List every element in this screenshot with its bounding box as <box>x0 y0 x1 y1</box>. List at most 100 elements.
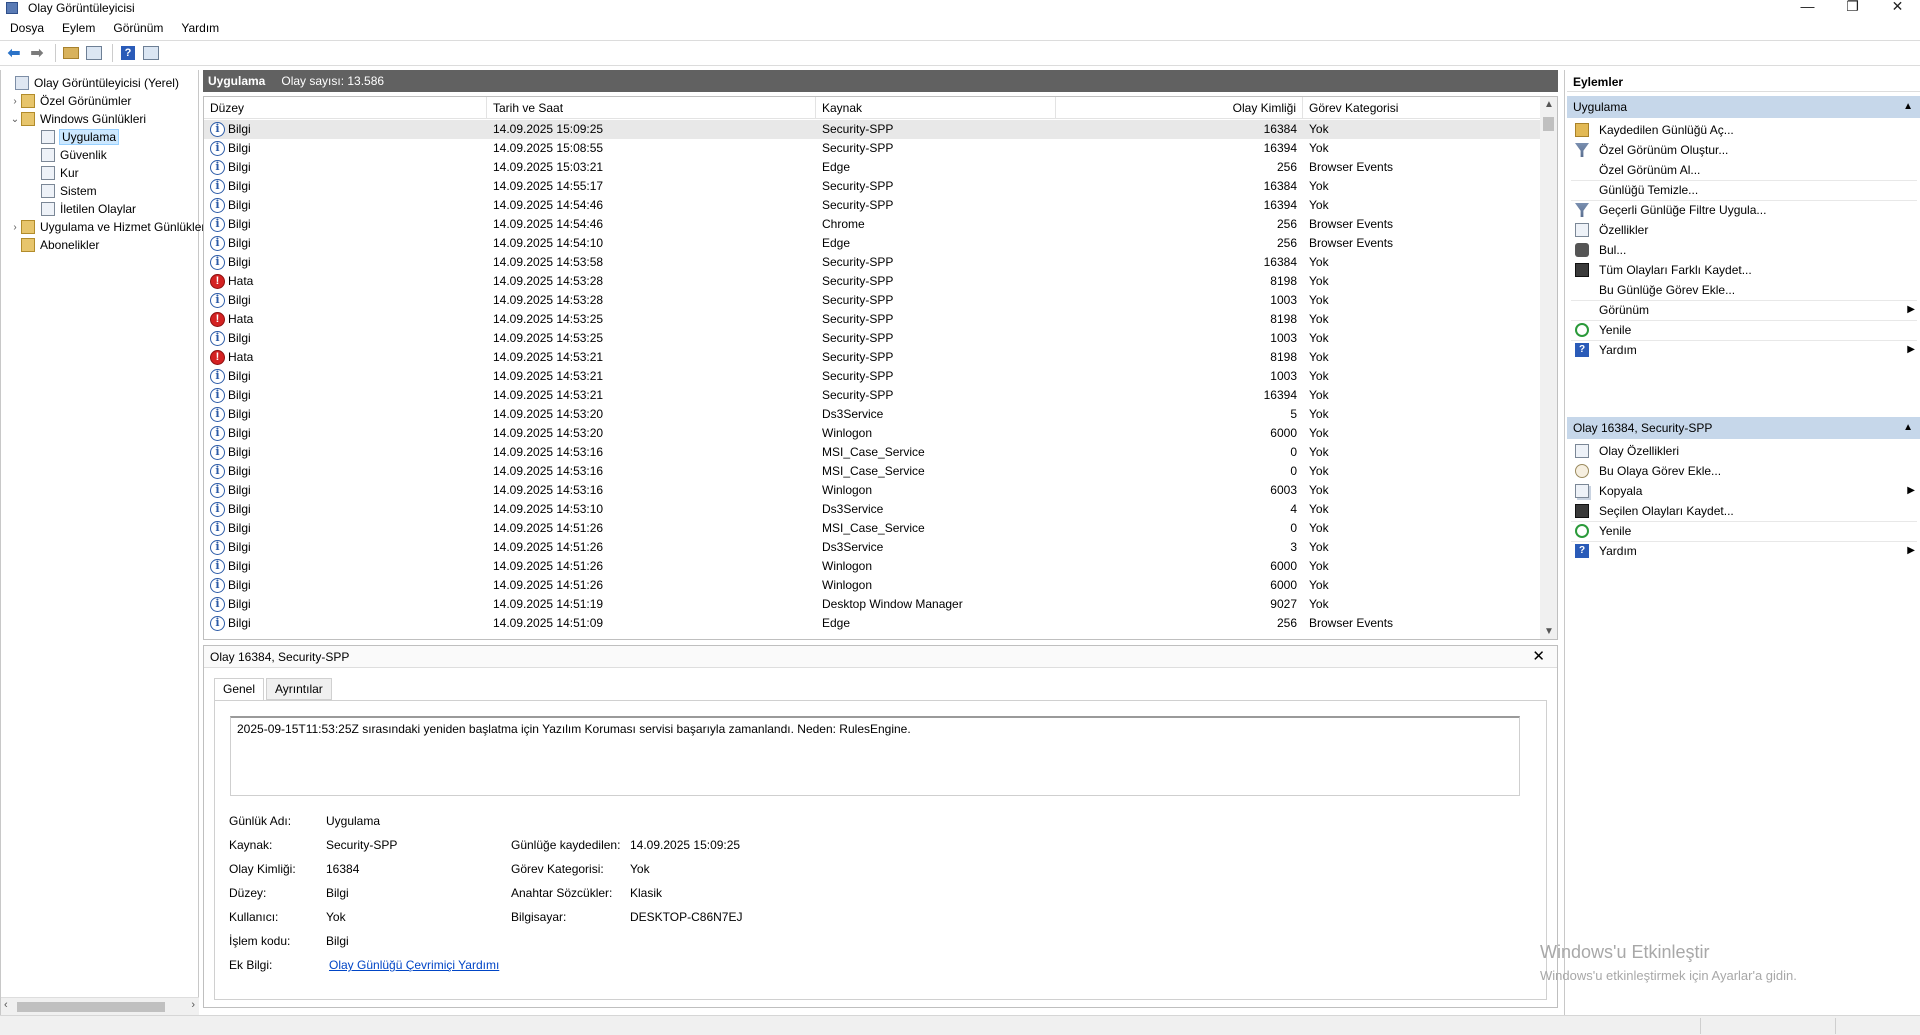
action-item[interactable]: Bu Günlüğe Görev Ekle... <box>1567 280 1920 300</box>
action-item[interactable]: Özel Görünüm Oluştur... <box>1567 140 1920 160</box>
tree-horizontal-scrollbar[interactable]: ‹ › <box>1 997 199 1015</box>
column-header-task-category[interactable]: Görev Kategorisi <box>1303 97 1541 119</box>
table-row[interactable]: i Bilgi 14.09.2025 14:53:16 MSI_Case_Servic… <box>204 462 1541 481</box>
table-row[interactable]: i Bilgi 14.09.2025 14:55:17 Security-SPP 163… <box>204 177 1541 196</box>
up-folder-button[interactable] <box>61 43 81 63</box>
menu-help[interactable]: Yardım <box>172 21 228 35</box>
scrollbar-thumb[interactable] <box>1543 117 1554 131</box>
action-item[interactable]: Geçerli Günlüğe Filtre Uygula... <box>1567 200 1920 220</box>
table-row[interactable]: i Bilgi 14.09.2025 14:53:21 Security-SPP 100… <box>204 367 1541 386</box>
properties-icon <box>1575 444 1589 458</box>
tree-item-subscriptions[interactable]: Abonelikler <box>9 236 99 254</box>
table-row[interactable]: i Bilgi 14.09.2025 14:54:10 Edge 256 Browser … <box>204 234 1541 253</box>
scrollbar-thumb[interactable] <box>17 1002 165 1012</box>
action-item[interactable]: Bu Olaya Görev Ekle... <box>1567 461 1920 481</box>
tree-item-security[interactable]: Güvenlik <box>29 146 107 164</box>
close-detail-icon[interactable]: ✕ <box>1532 647 1545 665</box>
action-item[interactable]: Günlüğü Temizle... <box>1567 180 1920 200</box>
chevron-right-icon[interactable]: › <box>9 222 21 233</box>
table-row[interactable]: i Bilgi 14.09.2025 14:51:26 Ds3Service 3 Yok <box>204 538 1541 557</box>
minimize-button[interactable]: — <box>1785 0 1830 16</box>
menu-file[interactable]: Dosya <box>0 21 53 35</box>
table-row[interactable]: i Bilgi 14.09.2025 14:53:16 Winlogon 6003 Yok <box>204 481 1541 500</box>
action-item[interactable]: ? Yardım ▶ <box>1567 541 1920 561</box>
tree-item-app-service-logs[interactable]: › Uygulama ve Hizmet Günlükleri <box>9 218 208 236</box>
online-help-link[interactable]: Olay Günlüğü Çevrimiçi Yardımı <box>329 958 499 972</box>
help-button[interactable]: ? <box>118 43 138 63</box>
event-message-box[interactable]: 2025-09-15T11:53:25Z sırasındaki yeniden… <box>230 716 1520 796</box>
maximize-button[interactable]: ❐ <box>1830 0 1875 16</box>
table-row[interactable]: i Bilgi 14.09.2025 14:53:25 Security-SPP 100… <box>204 329 1541 348</box>
tab-general[interactable]: Genel <box>214 678 265 701</box>
table-row[interactable]: i Bilgi 14.09.2025 14:53:20 Ds3Service 5 Yok <box>204 405 1541 424</box>
scroll-down-icon[interactable]: ▼ <box>1544 626 1554 637</box>
tree-item-root[interactable]: Olay Görüntüleyicisi (Yerel) <box>3 74 179 92</box>
close-window-button[interactable]: ✕ <box>1875 0 1920 16</box>
scroll-up-icon[interactable]: ▲ <box>1544 99 1554 110</box>
collapse-caret-icon[interactable]: ▲ <box>1903 96 1913 118</box>
table-row[interactable]: i Bilgi 14.09.2025 14:51:26 Winlogon 6000 Yok <box>204 576 1541 595</box>
table-row[interactable]: i Bilgi 14.09.2025 14:53:10 Ds3Service 4 Yok <box>204 500 1541 519</box>
table-row[interactable]: i Bilgi 14.09.2025 14:53:21 Security-SPP 163… <box>204 386 1541 405</box>
table-row[interactable]: i Bilgi 14.09.2025 14:54:46 Chrome 256 Browse… <box>204 215 1541 234</box>
table-row[interactable]: ! Hata 14.09.2025 14:53:28 Security-SPP 8198… <box>204 272 1541 291</box>
back-button[interactable]: ⬅ <box>4 43 24 63</box>
cell-cat: Yok <box>1309 369 1329 383</box>
table-row[interactable]: i Bilgi 14.09.2025 14:51:26 Winlogon 6000 Yok <box>204 557 1541 576</box>
table-row[interactable]: i Bilgi 14.09.2025 15:08:55 Security-SPP 163… <box>204 139 1541 158</box>
table-row[interactable]: i Bilgi 14.09.2025 14:53:16 MSI_Case_Servic… <box>204 443 1541 462</box>
forward-button[interactable]: ➡ <box>27 43 47 63</box>
table-row[interactable]: i Bilgi 14.09.2025 14:51:09 Edge 256 Browser … <box>204 614 1541 633</box>
scroll-left-icon[interactable]: ‹ <box>4 999 8 1011</box>
column-header-level[interactable]: Düzey <box>204 97 487 119</box>
action-item[interactable]: Olay Özellikleri <box>1567 441 1920 461</box>
tree-item-windows-logs[interactable]: ⌄ Windows Günlükleri <box>9 110 146 128</box>
actions-section-event[interactable]: Olay 16384, Security-SPP ▲ <box>1567 417 1920 439</box>
column-header-source[interactable]: Kaynak <box>816 97 1056 119</box>
table-row[interactable]: i Bilgi 14.09.2025 14:51:19 Desktop Window … <box>204 595 1541 614</box>
show-hide-action-pane-button[interactable] <box>141 43 161 63</box>
table-row[interactable]: i Bilgi 14.09.2025 15:09:25 Security-SPP 163… <box>204 120 1541 139</box>
action-item[interactable]: Görünüm ▶ <box>1567 300 1920 320</box>
action-item[interactable]: Kaydedilen Günlüğü Aç... <box>1567 120 1920 140</box>
action-item[interactable]: Yenile <box>1567 320 1920 340</box>
action-item[interactable]: ? Yardım ▶ <box>1567 340 1920 360</box>
table-row[interactable]: i Bilgi 14.09.2025 14:54:46 Security-SPP 163… <box>204 196 1541 215</box>
table-row[interactable]: i Bilgi 14.09.2025 14:53:28 Security-SPP 100… <box>204 291 1541 310</box>
chevron-right-icon[interactable]: › <box>9 96 21 107</box>
cell-date: 14.09.2025 14:53:21 <box>493 350 604 364</box>
tree-item-custom-views[interactable]: › Özel Görünümler <box>9 92 131 110</box>
table-row[interactable]: i Bilgi 14.09.2025 14:53:58 Security-SPP 163… <box>204 253 1541 272</box>
column-header-event-id[interactable]: Olay Kimliği <box>1056 97 1303 119</box>
log-icon <box>41 166 55 180</box>
table-row[interactable]: ! Hata 14.09.2025 14:53:21 Security-SPP 8198… <box>204 348 1541 367</box>
collapse-caret-icon[interactable]: ▲ <box>1903 417 1913 439</box>
event-list-scrollbar[interactable]: ▲ ▼ <box>1540 97 1557 639</box>
table-row[interactable]: ! Hata 14.09.2025 14:53:25 Security-SPP 8198… <box>204 310 1541 329</box>
actions-section-application[interactable]: Uygulama ▲ <box>1567 96 1920 118</box>
column-header-date[interactable]: Tarih ve Saat <box>487 97 816 119</box>
tab-details[interactable]: Ayrıntılar <box>266 678 332 700</box>
tree-item-label: Güvenlik <box>60 148 107 162</box>
table-row[interactable]: i Bilgi 14.09.2025 14:51:26 MSI_Case_Servic… <box>204 519 1541 538</box>
tree-item-setup[interactable]: Kur <box>29 164 79 182</box>
action-item[interactable]: Özel Görünüm Al... <box>1567 160 1920 180</box>
chevron-down-icon[interactable]: ⌄ <box>9 114 21 125</box>
action-item[interactable]: Bul... <box>1567 240 1920 260</box>
action-item[interactable]: Özellikler <box>1567 220 1920 240</box>
show-hide-tree-button[interactable] <box>84 43 104 63</box>
tree-item-forwarded-events[interactable]: İletilen Olaylar <box>29 200 136 218</box>
action-item[interactable]: Kopyala ▶ <box>1567 481 1920 501</box>
cell-source: Ds3Service <box>822 540 884 554</box>
scroll-right-icon[interactable]: › <box>191 999 195 1011</box>
cell-id: 16394 <box>1263 141 1297 155</box>
menu-action[interactable]: Eylem <box>53 21 104 35</box>
action-item[interactable]: Seçilen Olayları Kaydet... <box>1567 501 1920 521</box>
action-item[interactable]: Yenile <box>1567 521 1920 541</box>
tree-item-system[interactable]: Sistem <box>29 182 97 200</box>
table-row[interactable]: i Bilgi 14.09.2025 14:53:20 Winlogon 6000 Yok <box>204 424 1541 443</box>
table-row[interactable]: i Bilgi 14.09.2025 15:03:21 Edge 256 Browser … <box>204 158 1541 177</box>
action-item[interactable]: Tüm Olayları Farklı Kaydet... <box>1567 260 1920 280</box>
tree-item-application[interactable]: Uygulama <box>29 128 120 146</box>
menu-view[interactable]: Görünüm <box>104 21 172 35</box>
